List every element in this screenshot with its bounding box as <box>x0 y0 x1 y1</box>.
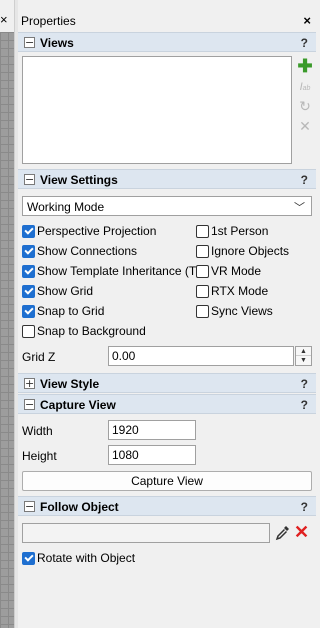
clear-icon[interactable]: ✕ <box>294 522 309 542</box>
collapse-icon[interactable]: − <box>24 174 35 185</box>
top-strip <box>0 0 316 10</box>
checkbox-icon <box>22 551 35 565</box>
grid-z-spinner[interactable]: ▲ ▼ <box>295 346 312 366</box>
height-label: Height <box>22 449 57 463</box>
grid-z-label: Grid Z <box>22 350 56 364</box>
eyedropper-icon[interactable] <box>275 524 291 542</box>
add-icon[interactable]: ✚ <box>297 57 313 75</box>
help-icon[interactable]: ? <box>301 377 308 391</box>
checkbox-icon <box>196 264 209 278</box>
show-grid-checkbox[interactable]: Show Grid <box>22 283 93 299</box>
properties-window: × Properties × − Views ? ✚ Iab ↻ ✕ − Vie… <box>0 0 316 628</box>
section-title: View Settings <box>40 173 118 187</box>
section-title: Capture View <box>40 398 116 412</box>
views-section-header[interactable]: − Views ? <box>18 32 316 52</box>
show-template-inheritance-checkbox[interactable]: Show Template Inheritance (T) <box>22 263 200 279</box>
view-mode-select[interactable]: Working Mode ﹀ <box>22 196 312 216</box>
collapse-icon[interactable]: − <box>24 501 35 512</box>
viewport-close-icon[interactable]: × <box>0 12 10 28</box>
delete-icon[interactable]: ✕ <box>297 118 313 134</box>
snap-to-background-checkbox[interactable]: Snap to Background <box>22 323 146 339</box>
text-icon[interactable]: Iab <box>297 79 313 95</box>
panel-title: Properties <box>21 14 76 28</box>
grid-z-input[interactable]: 0.00 <box>108 346 294 366</box>
checkbox-icon <box>22 244 35 258</box>
sync-views-checkbox[interactable]: Sync Views <box>196 303 273 319</box>
collapse-icon[interactable]: − <box>24 399 35 410</box>
height-input[interactable]: 1080 <box>108 445 196 465</box>
spinner-up-icon[interactable]: ▲ <box>296 347 311 356</box>
checkbox-icon <box>196 244 209 258</box>
help-icon[interactable]: ? <box>301 398 308 412</box>
checkbox-icon <box>22 304 35 318</box>
ignore-objects-checkbox[interactable]: Ignore Objects <box>196 243 289 259</box>
rotate-with-object-checkbox[interactable]: Rotate with Object <box>22 550 135 566</box>
help-icon[interactable]: ? <box>301 500 308 514</box>
checkbox-icon <box>196 304 209 318</box>
checkbox-icon <box>22 324 35 338</box>
first-person-checkbox[interactable]: 1st Person <box>196 223 268 239</box>
spinner-down-icon[interactable]: ▼ <box>296 356 311 365</box>
section-title: Follow Object <box>40 500 119 514</box>
width-input[interactable]: 1920 <box>108 420 196 440</box>
viewport-grid[interactable] <box>0 32 14 628</box>
width-label: Width <box>22 424 53 438</box>
views-list[interactable] <box>22 56 292 164</box>
panel-close-icon[interactable]: × <box>303 13 311 28</box>
chevron-down-icon: ﹀ <box>294 202 305 214</box>
follow-object-section-header[interactable]: − Follow Object ? <box>18 496 316 516</box>
perspective-projection-checkbox[interactable]: Perspective Projection <box>22 223 156 239</box>
collapse-icon[interactable]: − <box>24 37 35 48</box>
section-title: Views <box>40 36 74 50</box>
snap-to-grid-checkbox[interactable]: Snap to Grid <box>22 303 104 319</box>
view-style-section-header[interactable]: + View Style ? <box>18 373 316 393</box>
viewport-edge: × <box>0 0 18 628</box>
checkbox-icon <box>196 284 209 298</box>
rtx-mode-checkbox[interactable]: RTX Mode <box>196 283 268 299</box>
help-icon[interactable]: ? <box>301 36 308 50</box>
help-icon[interactable]: ? <box>301 173 308 187</box>
view-settings-section-header[interactable]: − View Settings ? <box>18 169 316 189</box>
follow-object-input[interactable] <box>22 523 270 543</box>
checkbox-icon <box>22 264 35 278</box>
refresh-icon[interactable]: ↻ <box>297 98 313 114</box>
properties-panel: Properties × − Views ? ✚ Iab ↻ ✕ − View … <box>18 10 316 628</box>
checkbox-icon <box>196 224 209 238</box>
vr-mode-checkbox[interactable]: VR Mode <box>196 263 261 279</box>
checkbox-icon <box>22 224 35 238</box>
checkbox-icon <box>22 284 35 298</box>
section-title: View Style <box>40 377 100 391</box>
capture-view-section-header[interactable]: − Capture View ? <box>18 394 316 414</box>
capture-view-button[interactable]: Capture View <box>22 471 312 491</box>
view-mode-value: Working Mode <box>27 200 105 214</box>
show-connections-checkbox[interactable]: Show Connections <box>22 243 137 259</box>
expand-icon[interactable]: + <box>24 378 35 389</box>
